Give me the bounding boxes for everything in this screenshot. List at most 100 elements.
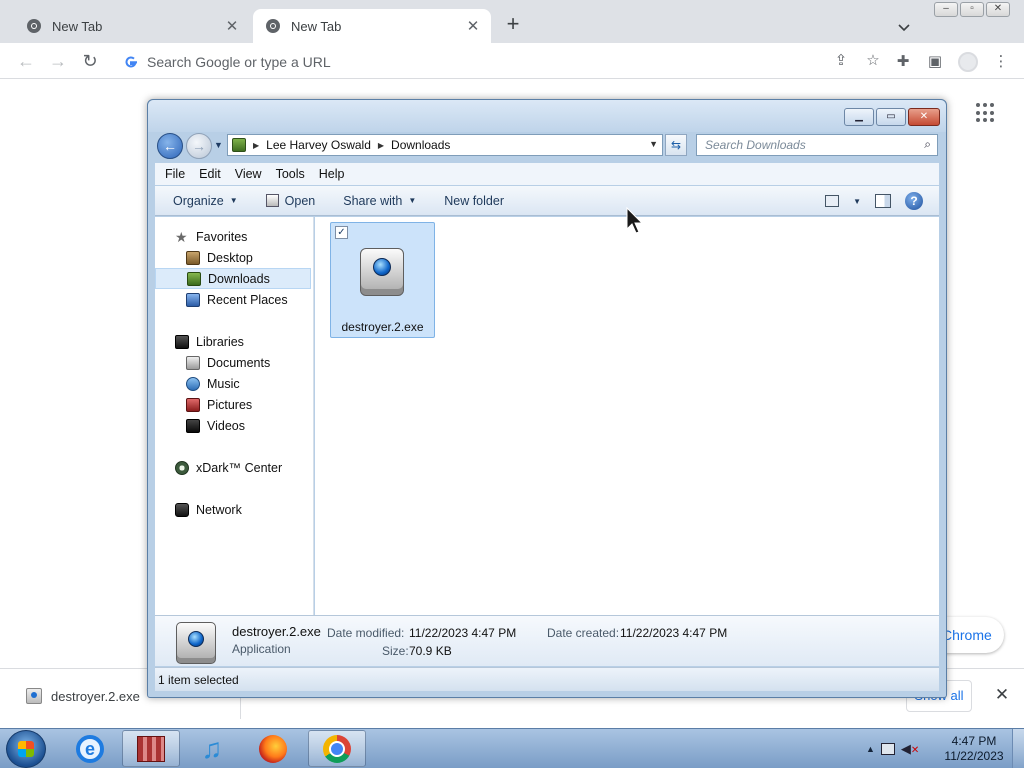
explorer-window: ▁ ▭ ✕ ← → ▼ ▶ Lee Harvey Oswald ▶ Downlo…	[147, 99, 947, 698]
file-item[interactable]: ✓ destroyer.2.exe	[330, 222, 435, 338]
menu-edit[interactable]: Edit	[199, 167, 221, 181]
reload-icon[interactable]: ↻	[79, 50, 101, 72]
libraries-icon	[175, 334, 189, 349]
nav-network[interactable]: Network	[155, 499, 314, 520]
libraries-group: Libraries Documents Music Pictures Video…	[155, 331, 314, 436]
taskbar-firefox[interactable]	[244, 730, 302, 767]
customize-chrome-label: Chrome	[942, 627, 992, 643]
nav-documents[interactable]: Documents	[155, 352, 314, 373]
details-pane: destroyer.2.exe Application Date modifie…	[155, 615, 939, 666]
close-shelf-icon[interactable]: ✕	[992, 685, 1012, 705]
menu-kebab-icon[interactable]: ⋮	[992, 53, 1010, 71]
help-icon[interactable]: ?	[905, 192, 923, 210]
toolbar-right: ✚ ▣ ⋮	[894, 52, 1010, 72]
menu-help[interactable]: Help	[319, 167, 345, 181]
google-apps-icon[interactable]	[976, 103, 996, 123]
maximize-button[interactable]: ▭	[876, 108, 906, 126]
taskbar-chrome[interactable]	[308, 730, 366, 767]
taskbar-music-player[interactable]: ♫	[183, 730, 241, 767]
close-button[interactable]: ✕	[908, 108, 940, 126]
refresh-icon[interactable]: ⇆	[665, 134, 687, 156]
desktop-icon	[186, 250, 200, 265]
share-with-button[interactable]: Share with ▼	[343, 194, 416, 208]
status-text: 1 item selected	[158, 673, 239, 687]
download-item[interactable]: destroyer.2.exe	[14, 681, 140, 711]
tab-search-chevron-icon[interactable]	[894, 17, 914, 37]
menu-view[interactable]: View	[235, 167, 262, 181]
chevron-down-icon: ▼	[229, 196, 238, 205]
forward-arrow-icon[interactable]: →	[47, 50, 69, 72]
address-bar[interactable]: ▶ Lee Harvey Oswald ▶ Downloads ▼	[227, 134, 663, 156]
xdark-center-icon	[175, 460, 189, 475]
nav-videos[interactable]: Videos	[155, 415, 314, 436]
size-value: 70.9 KB	[409, 644, 452, 658]
nav-desktop[interactable]: Desktop	[155, 247, 314, 268]
nav-libraries[interactable]: Libraries	[155, 331, 314, 352]
taskbar-archive-manager[interactable]	[122, 730, 180, 767]
breadcrumb-downloads[interactable]: Downloads	[391, 138, 450, 152]
extensions-puzzle-icon[interactable]: ✚	[894, 53, 912, 71]
omnibox[interactable]: Search Google or type a URL ⇪ ☆	[112, 48, 882, 75]
open-button[interactable]: Open	[265, 194, 315, 208]
menu-file[interactable]: File	[165, 167, 185, 181]
close-tab-icon[interactable]: ✕	[465, 17, 481, 35]
minimize-button[interactable]: –	[934, 2, 958, 17]
close-button[interactable]: ✕	[986, 2, 1010, 17]
nav-favorites[interactable]: ★ Favorites	[155, 226, 314, 247]
views-dropdown-icon[interactable]: ▼	[853, 197, 861, 206]
search-input[interactable]: Search Downloads ⌕	[696, 134, 938, 156]
file-list-pane[interactable]: ✓ destroyer.2.exe	[315, 217, 939, 615]
show-desktop-button[interactable]	[1012, 729, 1024, 768]
nav-recent-places[interactable]: Recent Places	[155, 289, 314, 310]
share-icon[interactable]: ⇪	[832, 52, 850, 70]
network-tray-icon[interactable]	[880, 743, 895, 755]
change-view-icon[interactable]	[825, 195, 840, 207]
new-folder-button[interactable]: New folder	[444, 194, 504, 208]
nav-xdark-center[interactable]: xDark™ Center	[155, 457, 314, 478]
mouse-cursor-icon	[626, 207, 644, 234]
tab-label: New Tab	[52, 18, 103, 34]
date-created-label: Date created:	[547, 626, 620, 640]
breadcrumb-user[interactable]: Lee Harvey Oswald	[266, 138, 371, 152]
breadcrumb-arrow-icon[interactable]: ▶	[253, 141, 259, 150]
start-button[interactable]	[6, 730, 46, 768]
explorer-window-controls: ▁ ▭ ✕	[844, 108, 940, 126]
close-tab-icon[interactable]: ✕	[224, 17, 240, 35]
taskbar-clock[interactable]: 4:47 PM 11/22/2023	[938, 734, 1010, 764]
menu-tools[interactable]: Tools	[276, 167, 305, 181]
google-g-icon	[125, 55, 137, 67]
address-dropdown-icon[interactable]: ▼	[649, 139, 658, 149]
side-panel-icon[interactable]: ▣	[926, 53, 944, 71]
show-hidden-icons-icon[interactable]: ▲	[866, 744, 875, 754]
application-exe-icon	[360, 248, 404, 296]
application-exe-icon	[176, 622, 216, 664]
organize-button[interactable]: Organize ▼	[173, 194, 238, 208]
maximize-button[interactable]: ▫	[960, 2, 984, 17]
search-icon[interactable]: ⌕	[924, 137, 931, 152]
nav-pictures[interactable]: Pictures	[155, 394, 314, 415]
profile-avatar[interactable]	[958, 52, 978, 72]
breadcrumb-arrow-icon[interactable]: ▶	[378, 141, 384, 150]
nav-downloads[interactable]: Downloads	[155, 268, 311, 289]
recent-pages-dropdown-icon[interactable]: ▼	[214, 140, 223, 150]
tab-new-tab-1[interactable]: New Tab ✕	[14, 9, 250, 43]
explorer-title-bar[interactable]: ▁ ▭ ✕	[148, 100, 946, 132]
new-tab-button[interactable]: +	[501, 13, 525, 37]
forward-arrow-icon[interactable]: →	[186, 133, 212, 159]
recent-places-icon	[186, 292, 200, 307]
chrome-tab-strip: New Tab ✕ New Tab ✕ + – ▫ ✕	[0, 0, 1024, 43]
minimize-button[interactable]: ▁	[844, 108, 874, 126]
item-checkbox[interactable]: ✓	[335, 226, 348, 239]
nav-label: Videos	[207, 418, 245, 433]
bookmark-star-icon[interactable]: ☆	[864, 52, 882, 70]
file-name: destroyer.2.exe	[341, 320, 424, 334]
open-icon	[265, 194, 279, 207]
nav-music[interactable]: Music	[155, 373, 314, 394]
tab-new-tab-2[interactable]: New Tab ✕	[253, 9, 491, 43]
preview-pane-icon[interactable]	[875, 194, 891, 208]
volume-muted-icon[interactable]: ◀✕	[901, 741, 919, 757]
back-arrow-icon[interactable]: ←	[157, 133, 183, 159]
date-modified-label: Date modified:	[327, 626, 405, 640]
taskbar-internet-explorer[interactable]: e	[61, 730, 119, 767]
back-arrow-icon[interactable]: ←	[15, 50, 37, 72]
